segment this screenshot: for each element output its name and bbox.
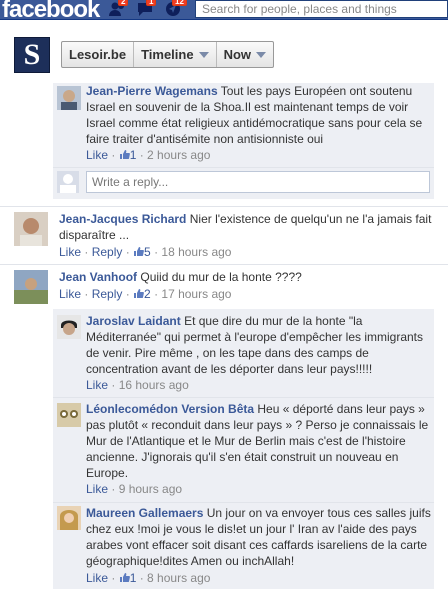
comment-author[interactable]: Léonlecomédon Version Bêta — [86, 402, 254, 416]
messages-badge: 1 — [146, 0, 157, 6]
facebook-topbar: facebook 2 1 12 Search for people, place… — [0, 0, 448, 23]
like-thumb-icon — [119, 148, 130, 162]
page-logo[interactable]: S — [14, 37, 50, 73]
comment-body: Jean-Pierre Wagemans Tout les pays Europ… — [86, 83, 431, 147]
comment-item: Jean-Jacques Richard Nier l'existence de… — [0, 207, 448, 264]
reply-thread: Jaroslav Laidant Et que dire du mur de l… — [53, 309, 434, 589]
like-link[interactable]: Like — [86, 482, 108, 496]
like-link[interactable]: Like — [86, 148, 108, 162]
comment-meta: Like · 1 · 2 hours ago — [86, 148, 211, 162]
comment-meta: Like · 9 hours ago — [86, 482, 183, 496]
comment-time[interactable]: 18 hours ago — [161, 245, 231, 259]
comment-text: Quiid du mur de la honte ???? — [140, 270, 302, 284]
friends-badge: 2 — [118, 0, 129, 6]
comment-body: Jaroslav Laidant Et que dire du mur de l… — [86, 313, 431, 377]
comment-body: Jean-Jacques Richard Nier l'existence de… — [59, 211, 439, 243]
page-header: S Lesoir.be Timeline Now — [0, 21, 448, 83]
like-link[interactable]: Like — [86, 378, 108, 392]
comment-meta: Like · 1 · 8 hours ago — [86, 571, 211, 585]
comment-time[interactable]: 9 hours ago — [119, 482, 182, 496]
page-button-bar: Lesoir.be Timeline Now — [61, 41, 275, 68]
comment-body: Jean Vanhoof Quiid du mur de la honte ??… — [59, 269, 439, 285]
avatar[interactable] — [14, 212, 48, 246]
like-link[interactable]: Like — [59, 287, 81, 301]
comment-author[interactable]: Jaroslav Laidant — [86, 314, 181, 328]
comment-time[interactable]: 2 hours ago — [147, 148, 210, 162]
divider — [53, 167, 434, 168]
now-button[interactable]: Now — [217, 42, 273, 67]
chevron-down-icon — [198, 51, 209, 58]
page-name-button[interactable]: Lesoir.be — [62, 42, 135, 67]
comment-author[interactable]: Jean Vanhoof — [59, 270, 137, 284]
notifications-badge: 12 — [172, 0, 187, 6]
avatar[interactable] — [57, 506, 81, 530]
avatar[interactable] — [57, 86, 81, 110]
like-thumb-icon — [133, 245, 144, 259]
like-link[interactable]: Like — [59, 245, 81, 259]
reply-link[interactable]: Reply — [92, 287, 123, 301]
comment-meta: Like · 16 hours ago — [86, 378, 189, 392]
comment-author[interactable]: Jean-Jacques Richard — [59, 212, 186, 226]
comment-meta: Like · Reply · 2 · 17 hours ago — [59, 287, 232, 301]
comment-meta: Like · Reply · 5 · 18 hours ago — [59, 245, 232, 259]
comment-body: Léonlecomédon Version Bêta Heu « déporté… — [86, 401, 431, 481]
avatar[interactable] — [57, 403, 81, 427]
avatar[interactable] — [57, 315, 81, 339]
divider — [53, 397, 434, 398]
comment-item: Jean Vanhoof Quiid du mur de la honte ??… — [0, 265, 448, 309]
comment-time[interactable]: 17 hours ago — [161, 287, 231, 301]
likes-count[interactable]: 1 — [130, 148, 137, 162]
comment-body: Maureen Gallemaers Un jour on va envoyer… — [86, 505, 431, 569]
like-link[interactable]: Like — [86, 571, 108, 585]
comment-time[interactable]: 8 hours ago — [147, 571, 210, 585]
likes-count[interactable]: 1 — [130, 571, 137, 585]
comment-author[interactable]: Jean-Pierre Wagemans — [86, 84, 218, 98]
divider — [53, 502, 434, 503]
like-thumb-icon — [119, 571, 130, 585]
reply-link[interactable]: Reply — [92, 245, 123, 259]
reply-input[interactable]: Write a reply... — [86, 171, 430, 193]
likes-count[interactable]: 5 — [144, 245, 151, 259]
comment-author[interactable]: Maureen Gallemaers — [86, 506, 203, 520]
timeline-button[interactable]: Timeline — [134, 42, 217, 67]
search-input[interactable]: Search for people, places and things — [195, 0, 448, 18]
comment-time[interactable]: 16 hours ago — [119, 378, 189, 392]
reply-thread: Jean-Pierre Wagemans Tout les pays Europ… — [53, 83, 434, 199]
avatar[interactable] — [14, 270, 48, 304]
likes-count[interactable]: 2 — [144, 287, 151, 301]
chevron-down-icon — [256, 51, 267, 58]
avatar — [57, 171, 79, 193]
like-thumb-icon — [133, 287, 144, 301]
